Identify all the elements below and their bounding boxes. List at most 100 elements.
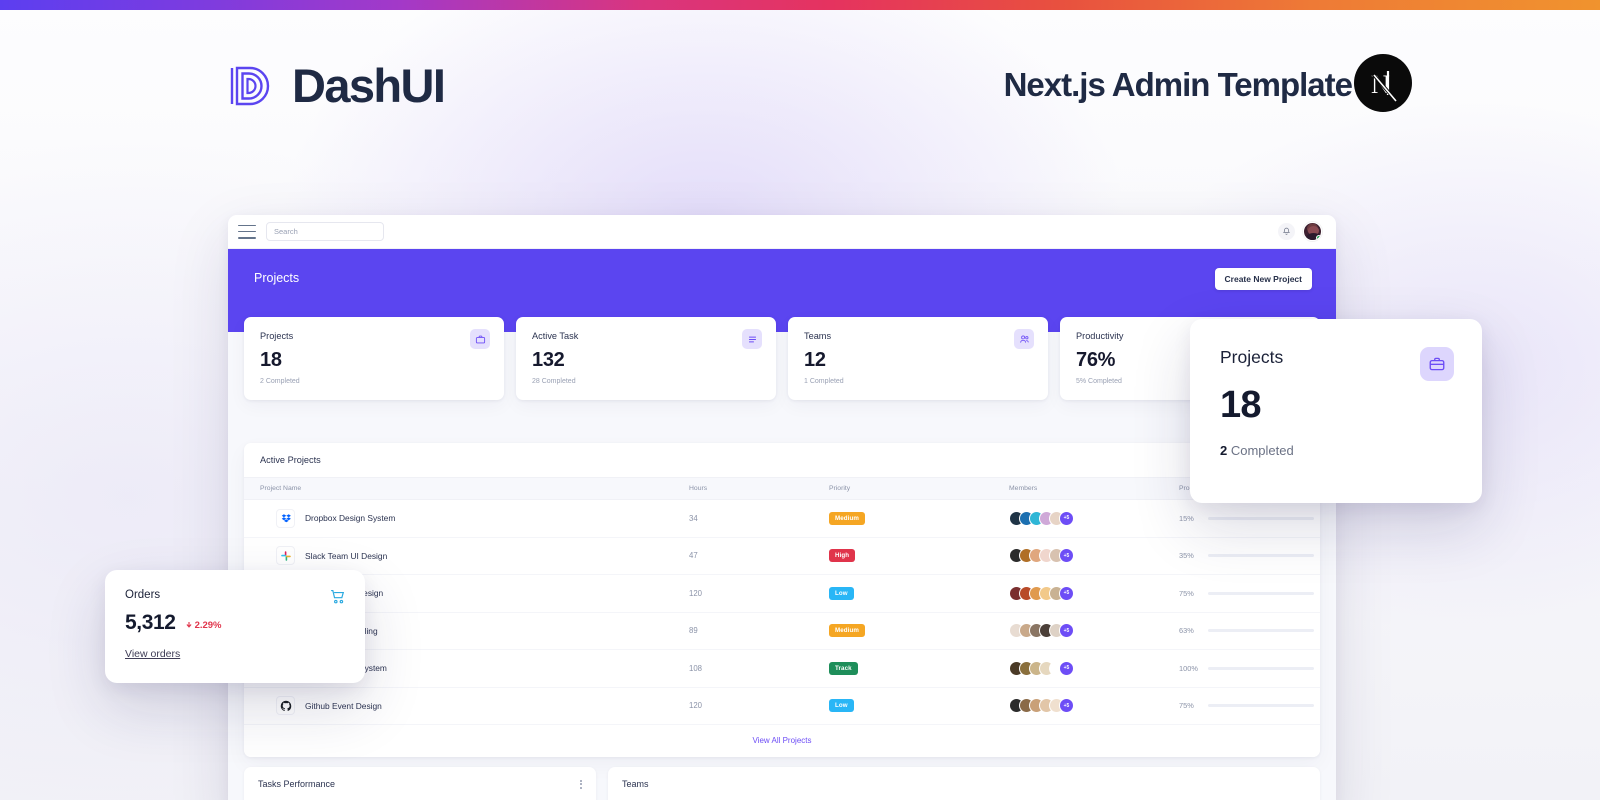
progress-percent: 35%	[1179, 551, 1194, 561]
callout-value: 5,312	[125, 611, 176, 634]
avatar-overflow-count: +5	[1059, 510, 1074, 526]
list-icon	[742, 329, 762, 349]
cell-members: +5	[1009, 687, 1179, 725]
avatar-overflow-count: +5	[1059, 698, 1074, 714]
cell-priority: Low	[829, 687, 1009, 725]
avatar-stack: +5	[1009, 660, 1179, 676]
table-row[interactable]: Github Event Design 120 Low +5 75%	[244, 687, 1320, 725]
cell-hours: 47	[689, 537, 829, 575]
bell-icon[interactable]	[1278, 223, 1295, 240]
priority-badge: Track	[829, 661, 858, 675]
arrow-down-icon	[186, 621, 192, 628]
project-name-label: Github Event Design	[305, 700, 382, 711]
table-row[interactable]: Bootstrap Reselling 89 Medium +5 63%	[244, 612, 1320, 650]
cell-hours: 120	[689, 574, 829, 613]
nextjs-circle-logo-icon: N	[1354, 54, 1412, 112]
dropbox-icon	[276, 508, 295, 528]
teams-card[interactable]: Teams	[608, 767, 1320, 800]
page-title: Projects	[254, 271, 300, 285]
cell-hours: 120	[689, 687, 829, 725]
callout-subtext: 2 Completed	[1220, 443, 1452, 458]
stats-row: Projects 18 2 Completed Active Task 132 …	[244, 317, 1320, 400]
avatar-stack: +5	[1009, 585, 1179, 601]
dashui-d-logo-icon	[228, 62, 276, 110]
stat-card-active-task[interactable]: Active Task 132 28 Completed	[516, 317, 776, 400]
progress-bar	[1208, 516, 1314, 520]
stat-card-projects[interactable]: Projects 18 2 Completed	[244, 317, 504, 400]
status-badge: 2.29%	[185, 620, 222, 631]
hamburger-icon[interactable]	[238, 224, 256, 239]
progress-percent: 63%	[1179, 626, 1194, 636]
cell-project-name: Github Event Design	[244, 687, 689, 725]
github-icon	[276, 696, 295, 716]
briefcase-icon	[470, 329, 490, 349]
search-input[interactable]	[266, 222, 384, 241]
stat-sub: 2 Completed	[260, 378, 300, 385]
cell-progress: 35%	[1179, 537, 1320, 575]
priority-badge: Medium	[829, 624, 865, 638]
progress-bar	[1208, 554, 1314, 558]
table-row[interactable]: Slack Team UI Design 47 High +5 35%	[244, 537, 1320, 575]
callout-value: 18	[1220, 384, 1261, 426]
stat-value: 132	[532, 349, 565, 371]
delta-value: 2.29%	[194, 619, 222, 631]
cell-priority: High	[829, 537, 1009, 575]
project-name-label: Dropbox Design System	[305, 513, 396, 524]
table-row[interactable]: Dropbox Design System 34 Medium +5 15%	[244, 499, 1320, 538]
progress-bar	[1208, 704, 1314, 708]
stat-label: Projects	[260, 331, 294, 341]
panel-title: Active Projects	[244, 443, 1320, 478]
callout-value-row: 5,312 2.29%	[125, 611, 345, 635]
table-row[interactable]: GitHub Event Design 120 Low +5 75%	[244, 574, 1320, 613]
callout-label: Orders	[125, 589, 161, 601]
create-new-project-button[interactable]: Create New Project	[1214, 268, 1312, 290]
cell-members: +5	[1009, 649, 1179, 688]
cell-progress: 100%	[1179, 649, 1320, 688]
cell-project-name: Slack Team UI Design	[244, 537, 689, 575]
avatar[interactable]	[1303, 222, 1322, 241]
promo-tagline: Next.js Admin Template	[1003, 66, 1353, 103]
column-header-priority: Priority	[829, 478, 1009, 500]
stat-sub: 1 Completed	[804, 378, 844, 385]
callout-label: Projects	[1220, 347, 1284, 367]
cell-members: +5	[1009, 499, 1179, 538]
card-title: Teams	[622, 779, 649, 789]
bottom-cards-row: Tasks Performance Teams	[244, 767, 1320, 800]
tasks-performance-card[interactable]: Tasks Performance	[244, 767, 596, 800]
promo-header: DashUI Next.js Admin Template N	[0, 54, 1600, 138]
cell-priority: Medium	[829, 612, 1009, 650]
priority-badge: Low	[829, 586, 854, 600]
brand-name: DashUI	[292, 59, 446, 112]
cell-progress: 75%	[1179, 687, 1320, 725]
cell-members: +5	[1009, 574, 1179, 613]
stat-label: Active Task	[532, 331, 579, 341]
active-projects-panel: Active Projects Project Name Hours Prior…	[244, 443, 1320, 757]
more-options-icon[interactable]	[580, 780, 582, 789]
cell-hours: 108	[689, 649, 829, 688]
view-all-projects-link[interactable]: View All Projects	[244, 725, 1320, 757]
stat-label: Teams	[804, 331, 832, 341]
cell-progress: 15%	[1179, 499, 1320, 538]
projects-table: Project Name Hours Priority Members Prog…	[244, 478, 1320, 725]
stat-value: 12	[804, 349, 826, 371]
stat-card-teams[interactable]: Teams 12 1 Completed	[788, 317, 1048, 400]
avatar-overflow-count: +5	[1059, 623, 1074, 639]
table-row[interactable]: Figma Design System 108 Track +5 100%	[244, 649, 1320, 688]
avatar-overflow-count: +5	[1059, 585, 1074, 601]
cell-priority: Medium	[829, 499, 1009, 538]
view-orders-link[interactable]: View orders	[125, 648, 180, 660]
cell-progress: 63%	[1179, 612, 1320, 650]
avatar-overflow-count: +5	[1059, 660, 1074, 676]
slack-icon	[276, 546, 295, 566]
stat-sub: 28 Completed	[532, 378, 576, 385]
shopping-cart-icon[interactable]	[329, 588, 346, 610]
progress-percent: 75%	[1179, 701, 1194, 711]
column-header-members: Members	[1009, 478, 1179, 500]
cell-priority: Low	[829, 574, 1009, 613]
progress-bar	[1208, 629, 1314, 633]
callout-projects-card: Projects 18 2 Completed	[1190, 319, 1482, 503]
online-status-dot	[1316, 235, 1321, 240]
gradient-accent-bar	[0, 0, 1600, 10]
users-icon	[1014, 329, 1034, 349]
stat-value: 18	[260, 349, 282, 371]
